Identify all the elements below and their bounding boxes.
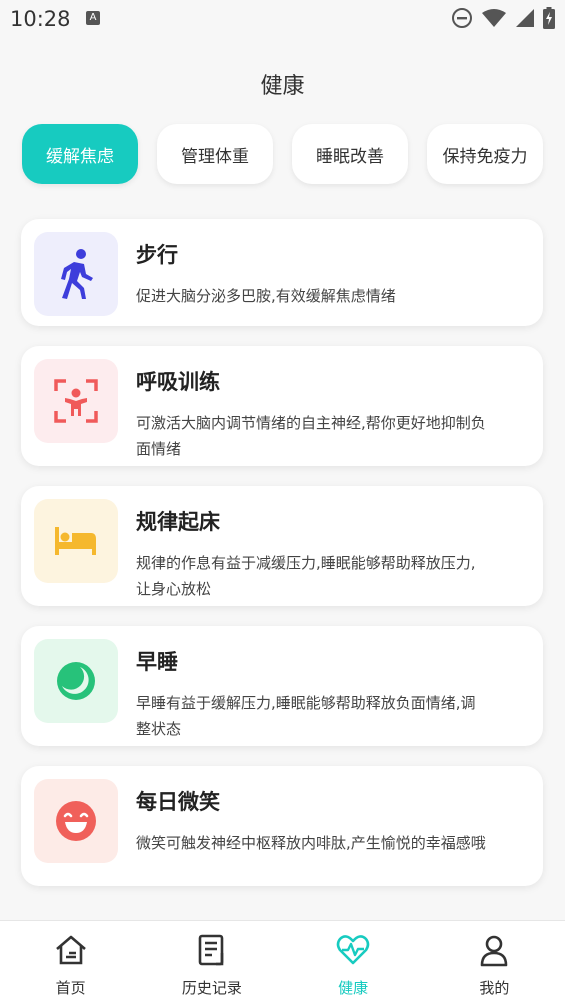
breathing-icon	[54, 379, 98, 423]
bed-icon	[55, 527, 96, 555]
activity-card-early-sleep[interactable]: 早睡 早睡有益于缓解压力,睡眠能够帮助释放负面情绪,调整状态	[21, 626, 543, 746]
card-title: 每日微笑	[136, 790, 220, 814]
heart-pulse-icon	[336, 935, 370, 965]
card-title: 规律起床	[136, 510, 220, 534]
chip-immunity[interactable]: 保持免疫力	[427, 124, 543, 184]
category-chips: 缓解焦虑 管理体重 睡眠改善 保持免疫力	[22, 124, 543, 184]
smile-icon-box	[34, 779, 118, 863]
battery-icon	[543, 7, 555, 29]
tab-label: 我的	[479, 979, 510, 997]
smile-icon	[56, 801, 96, 841]
tab-label: 健康	[338, 979, 369, 997]
card-description: 微笑可触发神经中枢释放内啡肽,产生愉悦的幸福感哦	[136, 834, 486, 852]
moon-icon-box	[34, 639, 118, 723]
activity-card-breathing[interactable]: 呼吸训练 可激活大脑内调节情绪的自主神经,帮你更好地抑制负面情绪	[21, 346, 543, 466]
chip-anxiety-relief[interactable]: 缓解焦虑	[22, 124, 138, 184]
status-time: 10:28	[10, 7, 71, 31]
walking-icon	[61, 249, 93, 299]
wifi-icon	[482, 9, 506, 27]
card-title: 步行	[136, 243, 178, 267]
tab-history[interactable]: 历史记录	[141, 921, 282, 1005]
activity-card-daily-smile[interactable]: 每日微笑 微笑可触发神经中枢释放内啡肽,产生愉悦的幸福感哦	[21, 766, 543, 886]
activity-card-regular-wake[interactable]: 规律起床 规律的作息有益于减缓压力,睡眠能够帮助释放压力,让身心放松	[21, 486, 543, 606]
tab-health[interactable]: 健康	[283, 921, 424, 1005]
signal-icon	[516, 9, 534, 27]
history-icon	[198, 934, 224, 966]
tab-label: 首页	[55, 979, 86, 997]
chip-sleep-improvement[interactable]: 睡眠改善	[292, 124, 408, 184]
tab-label: 历史记录	[181, 979, 242, 997]
card-description: 可激活大脑内调节情绪的自主神经,帮你更好地抑制负面情绪	[136, 414, 486, 458]
card-description: 早睡有益于缓解压力,睡眠能够帮助释放负面情绪,调整状态	[136, 694, 476, 738]
card-description: 规律的作息有益于减缓压力,睡眠能够帮助释放压力,让身心放松	[136, 554, 476, 598]
walking-icon-box	[34, 232, 118, 316]
home-icon	[55, 935, 86, 965]
profile-icon	[481, 935, 508, 967]
status-icons	[451, 7, 555, 29]
tab-profile[interactable]: 我的	[424, 921, 565, 1005]
breathing-icon-box	[34, 359, 118, 443]
page-title: 健康	[260, 74, 305, 99]
do-not-disturb-icon	[452, 8, 472, 28]
tab-home[interactable]: 首页	[0, 921, 141, 1005]
bottom-tab-bar: 首页 历史记录 健康 我的	[0, 920, 565, 1005]
chip-weight-management[interactable]: 管理体重	[157, 124, 273, 184]
status-bar: 10:28 A	[0, 0, 565, 38]
notification-icon: A	[86, 11, 100, 25]
card-title: 呼吸训练	[136, 370, 220, 394]
moon-icon	[57, 662, 95, 700]
activity-card-walking[interactable]: 步行 促进大脑分泌多巴胺,有效缓解焦虑情绪	[21, 219, 543, 326]
bed-icon-box	[34, 499, 118, 583]
card-description: 促进大脑分泌多巴胺,有效缓解焦虑情绪	[136, 287, 396, 305]
card-title: 早睡	[136, 650, 178, 674]
